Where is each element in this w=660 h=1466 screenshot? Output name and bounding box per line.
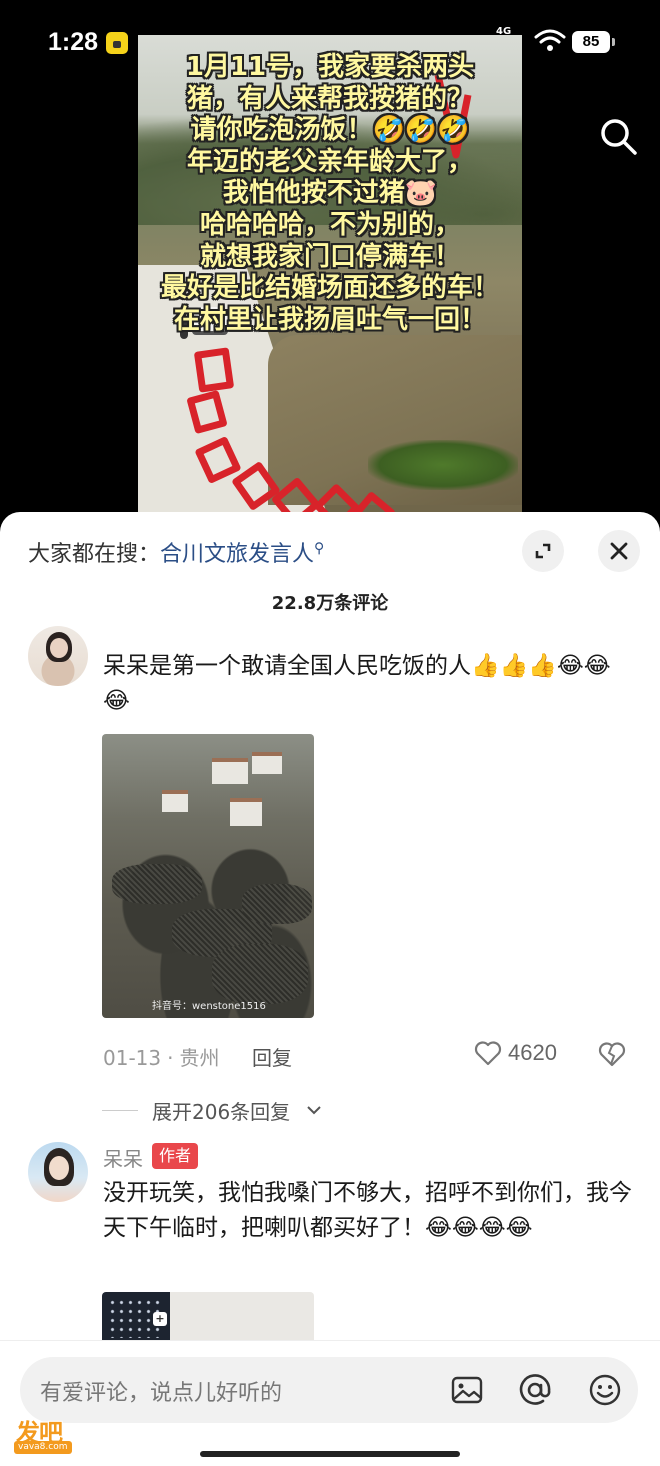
status-bar: 1:28 4G 85 (0, 0, 660, 84)
divider (102, 1110, 138, 1111)
comment-image[interactable]: 抖音号：wenstone1516 (102, 734, 314, 1018)
image-watermark: 抖音号：wenstone1516 (152, 1001, 266, 1012)
comment-input[interactable]: 有爱评论，说点儿好听的 (20, 1357, 638, 1423)
network-type: 4G (496, 26, 512, 37)
video-caption: 1月11号，我家要杀两头 猪，有人来帮我按猪的？ 请你吃泡汤饭！🤣🤣🤣 年迈的老… (138, 52, 522, 336)
comment-list[interactable]: · · · · 呆呆是第一个敢请全国人民吃饭的人👍👍👍😂😂😂 抖音号：wenst… (0, 624, 660, 1340)
comment-date: 01-13 (103, 1046, 162, 1070)
site-watermark-logo: 发吧 vava8.com (12, 1413, 80, 1459)
status-time: 1:28 (48, 28, 99, 56)
caption-line: 请你吃泡汤饭！🤣🤣🤣 (190, 115, 470, 146)
image-house (212, 758, 248, 784)
author-badge: 作者 (152, 1143, 199, 1169)
trending-search-query[interactable]: 合川文旅发言人 (160, 542, 314, 567)
image-house (252, 752, 282, 774)
emoji-icon[interactable] (588, 1373, 622, 1407)
image-house (162, 790, 188, 812)
comment-count: 22.8万条评论 (271, 593, 389, 614)
comment-input-placeholder: 有爱评论，说点儿好听的 (40, 1381, 283, 1406)
close-button[interactable] (598, 530, 640, 572)
search-small-icon: ⚲ (314, 540, 325, 557)
heart-icon (474, 1041, 502, 1066)
comment-image[interactable]: + (102, 1292, 314, 1340)
at-mention-icon[interactable] (518, 1373, 552, 1407)
caption-line: 年迈的老父亲年龄大了， (186, 146, 473, 177)
expand-icon (535, 543, 551, 559)
trending-search-prefix: 大家都在搜： (28, 542, 161, 567)
comment-sheet: 大家都在搜：合川文旅发言人⚲ 22.8万条评论 · · · · 呆呆是第一个敢请… (0, 512, 660, 1466)
image-house (230, 798, 262, 826)
avatar[interactable] (28, 1142, 88, 1202)
battery-level: 85 (572, 31, 615, 53)
image-plus-icon: + (153, 1312, 167, 1326)
app-notification-icon (106, 32, 128, 54)
username[interactable]: 呆呆 (103, 1143, 143, 1172)
like-count: 4620 (508, 1040, 557, 1065)
chevron-down-icon (307, 1106, 321, 1115)
search-icon[interactable] (598, 116, 638, 156)
image-crowd (242, 884, 312, 924)
avatar[interactable] (28, 626, 88, 686)
image-crowd (112, 864, 202, 904)
comment-input-bar: 有爱评论，说点儿好听的 发吧 vava8.com (0, 1340, 660, 1466)
caption-line: 在村里让我扬眉吐气一回！ (173, 304, 486, 335)
caption-line: 我怕他按不过猪🐷 (222, 178, 438, 209)
caption-line: 最好是比结婚场面还多的车！ (160, 273, 499, 304)
trending-search[interactable]: 大家都在搜：合川文旅发言人⚲ (28, 536, 324, 568)
username-truncated[interactable]: · · · · (103, 624, 148, 634)
caption-line: 就想我家门口停满车！ (199, 241, 460, 272)
watermark-sub: vava8.com (14, 1441, 72, 1454)
caption-line: 哈哈哈哈，不为别的， (199, 209, 460, 240)
image-icon[interactable] (450, 1373, 484, 1407)
expand-replies-label: 展开206条回复 (152, 1100, 291, 1124)
expand-button[interactable] (522, 530, 564, 572)
comment-text: 没开玩笑，我怕我嗓门不够大，招呼不到你们，我今天下午临时，把喇叭都买好了！😂😂😂… (103, 1180, 632, 1241)
close-icon (610, 542, 628, 560)
wifi-icon (534, 29, 566, 51)
image-crowd (212, 944, 308, 1004)
reply-button[interactable]: 回复 (252, 1042, 292, 1071)
comment-meta: 01-13 · 贵州 (103, 1046, 220, 1070)
home-indicator[interactable] (200, 1451, 460, 1457)
comment-text: 呆呆是第一个敢请全国人民吃饭的人👍👍👍😂😂😂 (103, 653, 611, 714)
caption-line: 猪，有人来帮我按猪的？ (186, 83, 473, 114)
comment-location: 贵州 (179, 1046, 220, 1070)
broken-heart-icon[interactable] (598, 1040, 626, 1068)
